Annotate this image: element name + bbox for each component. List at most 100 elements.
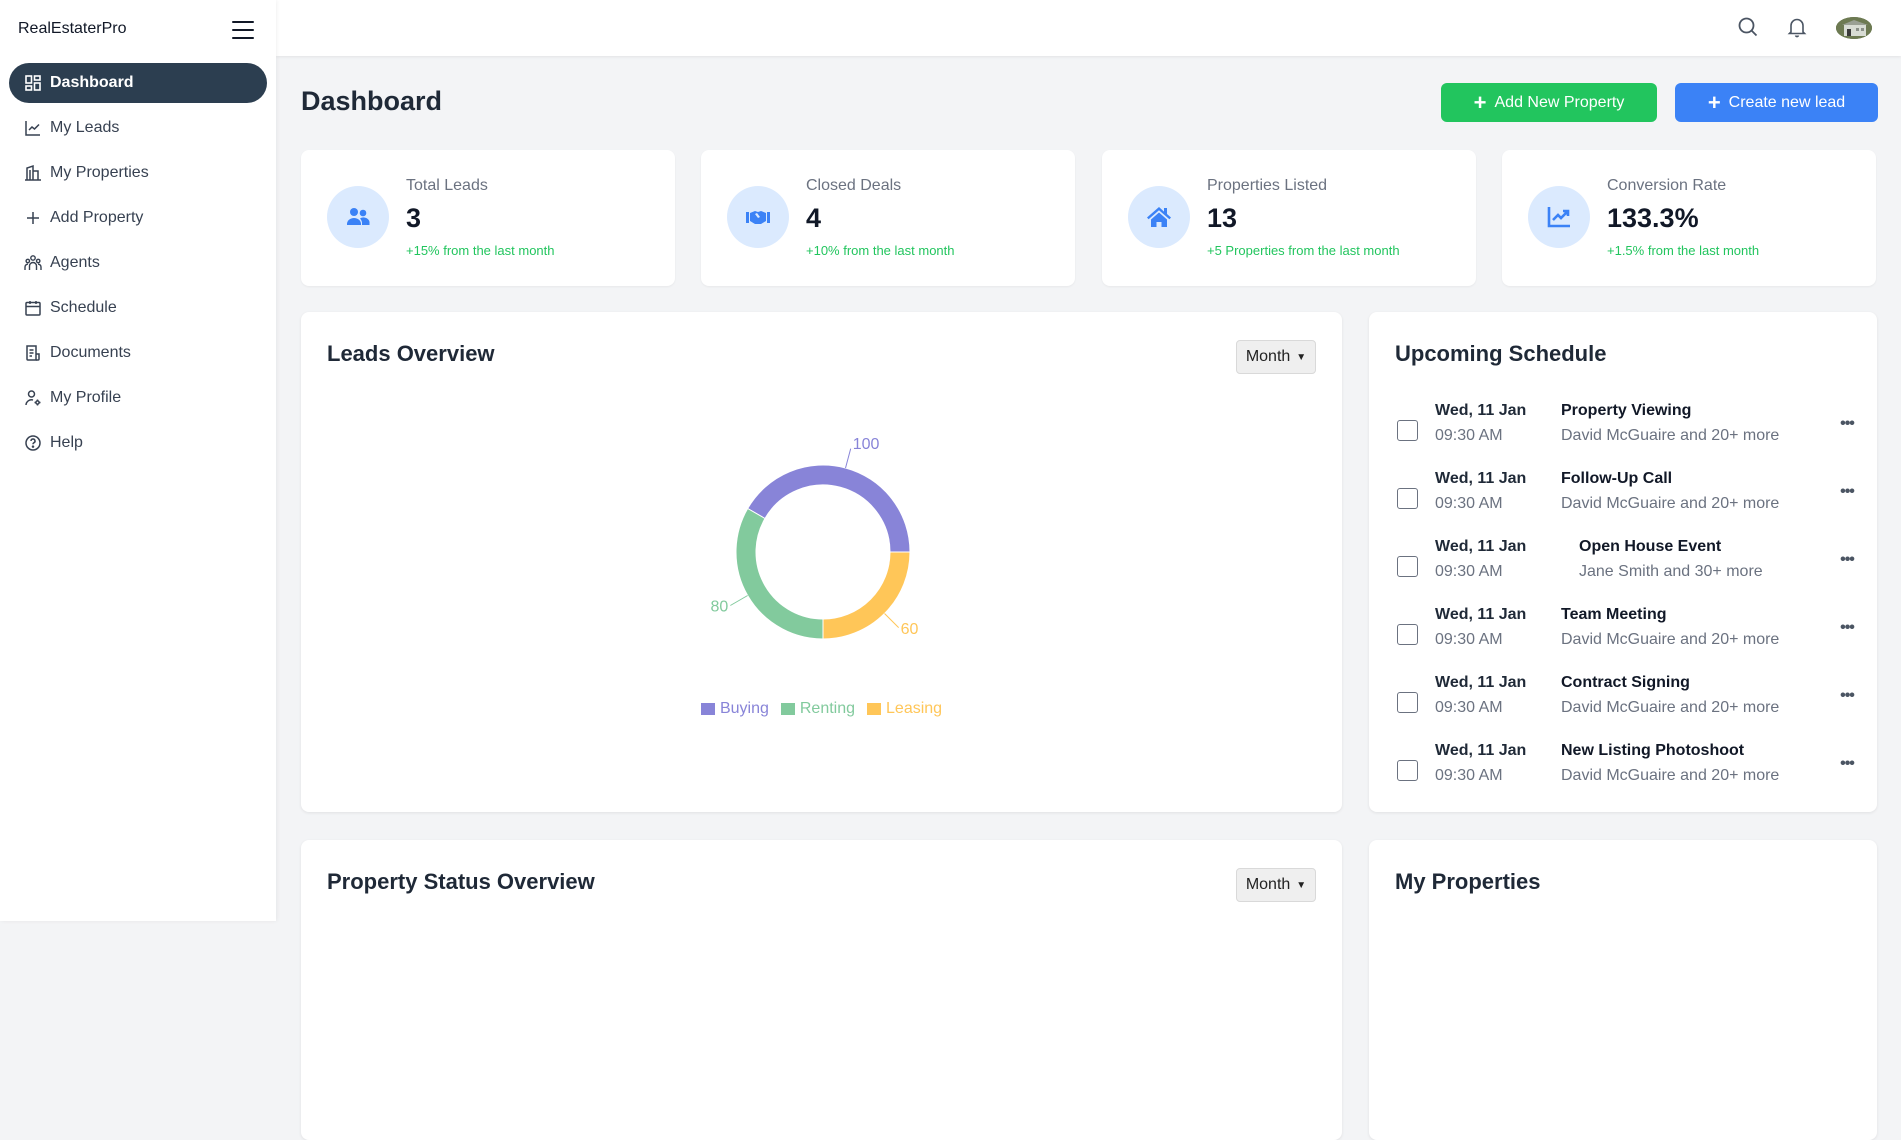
property-status-period-select[interactable]: Month ▼ (1236, 868, 1316, 902)
add-new-property-label: Add New Property (1494, 93, 1625, 111)
stat-card-closed-deals: Closed Deals 4 +10% from the last month (701, 150, 1075, 286)
schedule-time: 09:30 AM (1435, 631, 1503, 648)
schedule-checkbox[interactable] (1397, 624, 1418, 645)
schedule-date: Wed, 11 Jan (1435, 470, 1527, 487)
schedule-attendees: David McGuaire and 20+ more (1561, 631, 1780, 648)
schedule-checkbox[interactable] (1397, 692, 1418, 713)
more-options-icon[interactable]: ••• (1835, 688, 1859, 710)
chevron-down-icon: ▼ (1296, 879, 1307, 891)
schedule-checkbox[interactable] (1397, 556, 1418, 577)
schedule-date: Wed, 11 Jan (1435, 674, 1527, 691)
users-icon (24, 255, 42, 270)
legend-label: Renting (799, 700, 856, 717)
donut-slice-buying[interactable] (746, 464, 911, 553)
schedule-attendees: David McGuaire and 20+ more (1561, 699, 1780, 716)
sidebar-item-documents[interactable]: Documents (9, 333, 267, 373)
stat-change: +5 Properties from the last month (1207, 243, 1400, 258)
schedule-title-text: Property Viewing (1561, 402, 1692, 419)
plus-icon: + (1707, 89, 1721, 115)
sidebar-item-schedule[interactable]: Schedule (9, 288, 267, 328)
more-options-icon[interactable]: ••• (1835, 756, 1859, 778)
data-label-renting: 80 (711, 599, 729, 616)
document-icon (26, 345, 40, 361)
stat-value: 4 (806, 203, 822, 233)
schedule-item: Wed, 11 Jan 09:30 AM Team Meeting David … (1369, 604, 1877, 672)
schedule-time: 09:30 AM (1435, 767, 1503, 784)
users-icon (347, 208, 370, 225)
sidebar-item-label: Schedule (50, 299, 117, 316)
stat-label: Conversion Rate (1607, 177, 1727, 194)
label-line-leasing (884, 613, 900, 629)
sidebar-item-my-profile[interactable]: My Profile (9, 378, 267, 418)
upcoming-schedule-card: Upcoming Schedule Wed, 11 Jan 09:30 AM P… (1369, 312, 1877, 812)
sidebar-item-dashboard[interactable]: Dashboard (9, 63, 267, 103)
sidebar-item-label: My Properties (50, 164, 149, 181)
schedule-date: Wed, 11 Jan (1435, 538, 1527, 555)
sidebar-item-label: Help (50, 434, 83, 451)
stat-label: Closed Deals (806, 177, 902, 194)
brand-logo[interactable]: RealEstaterPro (18, 20, 127, 38)
data-label-buying: 100 (853, 436, 880, 453)
my-properties-card: My Properties (1369, 840, 1877, 1140)
stat-icon-circle (327, 186, 389, 248)
schedule-item: Wed, 11 Jan 09:30 AM Open House Event Ja… (1369, 536, 1877, 604)
avatar[interactable] (1836, 17, 1872, 39)
legend-item-buying[interactable]: Buying (700, 700, 769, 718)
sidebar-item-label: Documents (50, 344, 131, 361)
schedule-time: 09:30 AM (1435, 563, 1503, 580)
schedule-date: Wed, 11 Jan (1435, 606, 1527, 623)
legend-label: Buying (719, 700, 769, 717)
top-header (276, 0, 1901, 56)
schedule-item: Wed, 11 Jan 09:30 AM New Listing Photosh… (1369, 740, 1877, 808)
create-new-lead-button[interactable]: + Create new lead (1675, 83, 1878, 122)
my-properties-title: My Properties (1395, 869, 1541, 894)
create-new-lead-label: Create new lead (1728, 93, 1846, 111)
leads-overview-card: Leads Overview Month ▼ 100 80 60 Buying Ren… (301, 312, 1342, 812)
sidebar-item-add-property[interactable]: Add Property (9, 198, 267, 238)
chart-legend: Buying Renting Leasing (301, 700, 1342, 718)
legend-swatch (780, 703, 795, 715)
calendar-icon (25, 301, 41, 316)
stat-card-properties-listed: Properties Listed 13 +5 Properties from … (1102, 150, 1476, 286)
stat-label: Total Leads (406, 177, 488, 194)
sidebar: RealEstaterPro Dashboard My Leads My Pro… (0, 0, 276, 921)
menu-toggle-icon[interactable] (232, 21, 254, 39)
stat-change: +10% from the last month (806, 243, 955, 258)
sidebar-item-label: Agents (50, 254, 100, 271)
more-options-icon[interactable]: ••• (1835, 552, 1859, 574)
sidebar-item-my-properties[interactable]: My Properties (9, 153, 267, 193)
legend-item-renting[interactable]: Renting (780, 700, 856, 718)
donut-slice-renting[interactable] (735, 507, 824, 640)
schedule-date: Wed, 11 Jan (1435, 402, 1527, 419)
more-options-icon[interactable]: ••• (1835, 416, 1859, 438)
schedule-title-text: Open House Event (1579, 538, 1722, 555)
more-options-icon[interactable]: ••• (1835, 620, 1859, 642)
sidebar-item-my-leads[interactable]: My Leads (9, 108, 267, 148)
bell-icon[interactable] (1786, 16, 1808, 38)
sidebar-item-agents[interactable]: Agents (9, 243, 267, 283)
schedule-checkbox[interactable] (1397, 488, 1418, 509)
legend-item-leasing[interactable]: Leasing (867, 700, 942, 718)
legend-swatch (867, 703, 882, 715)
schedule-attendees: David McGuaire and 20+ more (1561, 495, 1780, 512)
schedule-checkbox[interactable] (1397, 420, 1418, 441)
schedule-date: Wed, 11 Jan (1435, 742, 1527, 759)
stat-icon-circle (1528, 186, 1590, 248)
more-options-icon[interactable]: ••• (1835, 484, 1859, 506)
house-icon (1147, 207, 1171, 227)
stat-icon-circle (1128, 186, 1190, 248)
schedule-checkbox[interactable] (1397, 760, 1418, 781)
label-line-renting (730, 595, 748, 606)
page-title: Dashboard (301, 86, 443, 116)
sidebar-item-label: Add Property (50, 209, 144, 226)
data-label-leasing: 60 (901, 621, 919, 638)
add-new-property-button[interactable]: + Add New Property (1441, 83, 1657, 122)
search-icon[interactable] (1737, 16, 1759, 38)
sidebar-item-label: My Profile (50, 389, 122, 406)
handshake-icon (746, 211, 770, 224)
stat-icon-circle (727, 186, 789, 248)
legend-label: Leasing (886, 700, 943, 717)
plus-icon: + (1473, 89, 1487, 115)
sidebar-item-help[interactable]: Help (9, 423, 267, 463)
dashboard-icon (25, 75, 41, 91)
